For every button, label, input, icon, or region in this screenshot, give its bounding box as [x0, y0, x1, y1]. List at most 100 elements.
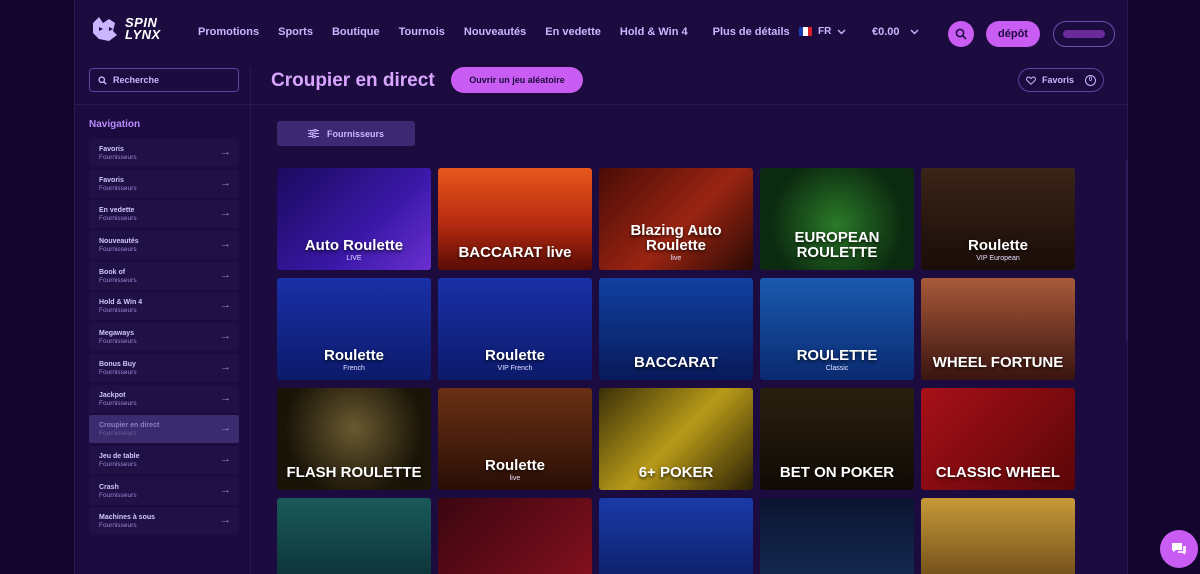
chevron-down-icon [837, 29, 846, 34]
game-tile[interactable] [599, 498, 753, 574]
content-scrollbar[interactable] [1126, 160, 1128, 340]
nav-sports[interactable]: Sports [278, 26, 313, 38]
game-title: WHEEL FORTUNE [932, 354, 1064, 371]
app-frame: SPIN LYNX Promotions Sports Boutique Tou… [74, 0, 1129, 574]
game-tile[interactable]: EUROPEAN ROULETTE [760, 168, 914, 270]
sidebar-item[interactable]: Nouveautés Fournisseurs → [89, 231, 239, 260]
main-nav: Promotions Sports Boutique Tournois Nouv… [198, 26, 826, 38]
top-header: SPIN LYNX Promotions Sports Boutique Tou… [75, 0, 1129, 68]
deposit-button[interactable]: dépôt [986, 21, 1040, 47]
sidebar-list: Favoris Fournisseurs → Favoris Fournisseurs →… [89, 139, 239, 538]
game-tile[interactable]: Roulette VIP European [921, 168, 1075, 270]
nav-tournois[interactable]: Tournois [399, 26, 445, 38]
game-subtitle: live [509, 475, 521, 482]
game-tile[interactable]: 6+ POKER [599, 388, 753, 490]
sidebar-item[interactable]: Machines à sous Fournisseurs → [89, 507, 239, 536]
sidebar-item-label: Croupier en direct [99, 422, 160, 430]
favorites-button[interactable]: Favoris 0 [1018, 68, 1104, 92]
game-tile[interactable]: Roulette French [277, 278, 431, 380]
game-subtitle: VIP French [497, 365, 533, 372]
sidebar-search-input[interactable]: Recherche [89, 68, 239, 92]
sidebar-item-sub: Fournisseurs [99, 491, 137, 499]
sidebar-item[interactable]: Megaways Fournisseurs → [89, 323, 239, 352]
flag-fr-icon [799, 27, 812, 36]
nav-promotions[interactable]: Promotions [198, 26, 259, 38]
sidebar-item[interactable]: Favoris Fournisseurs → [89, 139, 239, 167]
chat-button[interactable] [1160, 530, 1198, 568]
arrow-right-icon: → [220, 268, 231, 281]
arrow-right-icon: → [220, 330, 231, 343]
random-game-button[interactable]: Ouvrir un jeu aléatoire [451, 67, 583, 93]
sidebar-item-label: Jeu de table [99, 452, 140, 460]
sidebar-item-label: Jackpot [99, 391, 126, 399]
sidebar-item[interactable]: Bonus Buy Fournisseurs → [89, 353, 239, 382]
game-tile[interactable]: BACCARAT [599, 278, 753, 380]
arrow-right-icon: → [220, 360, 231, 373]
providers-label: Fournisseurs [326, 128, 384, 139]
nav-boutique[interactable]: Boutique [332, 26, 380, 38]
sidebar-item-label: Bonus Buy [99, 360, 136, 368]
game-tile[interactable]: Auto Roulette LIVE [277, 168, 431, 270]
game-tile[interactable]: GIZA [277, 498, 431, 574]
sidebar-item[interactable]: En vedette Fournisseurs → [89, 200, 239, 229]
arrow-right-icon: → [220, 452, 231, 465]
sidebar-item-sub: Fournisseurs [99, 522, 137, 530]
sidebar-item[interactable]: Favoris Fournisseurs → [89, 169, 239, 198]
arrow-right-icon: → [220, 207, 231, 220]
game-title: FLASH ROULETTE [286, 464, 422, 481]
nav-more-dropdown[interactable]: Plus de détails [713, 26, 807, 38]
sidebar-item[interactable]: Book of Fournisseurs → [89, 261, 239, 290]
nav-nouveautes[interactable]: Nouveautés [464, 26, 526, 38]
sidebar-item[interactable]: Jeu de table Fournisseurs → [89, 445, 239, 474]
sidebar-item[interactable]: Jackpot Fournisseurs → [89, 384, 239, 413]
sidebar-item[interactable]: Croupier en direct Fournisseurs → [89, 415, 239, 444]
game-title: BACCARAT live [458, 244, 572, 261]
brand-logo[interactable]: SPIN LYNX [89, 12, 169, 46]
search-icon [955, 28, 967, 40]
account-button[interactable] [1053, 21, 1115, 47]
game-tile[interactable]: BACCARAT live [438, 168, 592, 270]
game-tile[interactable]: INSTANT [760, 498, 914, 574]
language-label: FR [818, 26, 832, 37]
game-tile[interactable] [438, 498, 592, 574]
game-subtitle: VIP European [976, 255, 1020, 262]
sidebar-item-sub: Fournisseurs [99, 184, 137, 192]
account-placeholder [1063, 30, 1105, 38]
game-tile[interactable]: WHEEL FORTUNE [921, 278, 1075, 380]
game-tile[interactable]: Roulette VIP French [438, 278, 592, 380]
sidebar-item-sub: Fournisseurs [99, 368, 137, 376]
game-tile[interactable]: BET ON POKER [760, 388, 914, 490]
arrow-right-icon: → [220, 483, 231, 496]
game-title: EUROPEAN ROULETTE [794, 229, 880, 261]
favorites-count: 0 [1085, 74, 1096, 86]
nav-en-vedette[interactable]: En vedette [545, 26, 601, 38]
page-title: Croupier en direct [271, 70, 435, 91]
game-tile[interactable] [921, 498, 1075, 574]
arrow-right-icon: → [220, 422, 231, 435]
sidebar-item-sub: Fournisseurs [99, 215, 137, 223]
game-title: 6+ POKER [638, 464, 714, 481]
game-tile[interactable]: Blazing Auto Roulette live [599, 168, 753, 270]
search-placeholder: Recherche [113, 75, 160, 85]
arrow-right-icon: → [220, 146, 231, 158]
language-selector[interactable]: FR [799, 26, 846, 37]
arrow-right-icon: → [220, 391, 231, 404]
game-title: ROULETTE [796, 347, 878, 364]
sidebar-item-label: Favoris [99, 146, 124, 153]
game-subtitle: LIVE [346, 255, 362, 262]
sidebar: Recherche Navigation Favoris Fournisseurs… [75, 68, 251, 574]
balance-selector[interactable]: €0.00 [872, 26, 919, 38]
game-tile[interactable]: FLASH ROULETTE [277, 388, 431, 490]
sidebar-item-sub: Fournisseurs [99, 307, 137, 315]
sidebar-item-label: Favoris [99, 176, 124, 184]
search-button[interactable] [948, 21, 974, 47]
sidebar-item[interactable]: Crash Fournisseurs → [89, 476, 239, 505]
providers-filter-button[interactable]: Fournisseurs [277, 121, 415, 146]
game-tile[interactable]: CLASSIC WHEEL [921, 388, 1075, 490]
sidebar-item[interactable]: Hold & Win 4 Fournisseurs → [89, 292, 239, 321]
game-tile[interactable]: Roulette live [438, 388, 592, 490]
chevron-down-icon [910, 29, 919, 35]
sidebar-item-sub: Fournisseurs [99, 430, 137, 438]
nav-hold-win[interactable]: Hold & Win 4 [620, 26, 688, 38]
game-tile[interactable]: ROULETTE Classic [760, 278, 914, 380]
